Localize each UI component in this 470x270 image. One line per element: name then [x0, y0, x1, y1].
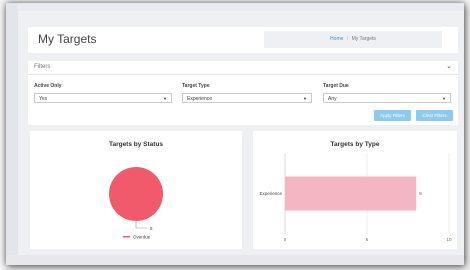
x-tick-label: 0 [284, 237, 287, 242]
clear-filters-button[interactable]: Clear Filters [416, 110, 453, 121]
legend-label-overdue[interactable]: Overdue [133, 235, 151, 240]
pie-slice-overdue[interactable] [109, 167, 163, 221]
type-chart-panel: Targets by Type 0 5 10 Experience 8 [253, 131, 457, 249]
apply-filters-button[interactable]: Apply Filters [374, 110, 411, 121]
filters-panel: Filters ⌄ Active Only Yes ▼ Target Type … [28, 61, 458, 125]
filters-title: Filters [34, 64, 51, 70]
pie-data-label: 8 [150, 226, 153, 231]
page-header: My Targets Home / My Targets [28, 27, 458, 53]
target-due-select[interactable]: Any ▼ [323, 93, 451, 103]
page-title: My Targets [38, 32, 97, 46]
y-category-label: Experience [259, 191, 282, 196]
target-type-label: Target Type [182, 83, 210, 89]
target-type-select[interactable]: Experience ▼ [182, 93, 312, 103]
active-only-select[interactable]: Yes ▼ [34, 93, 172, 103]
active-only-label: Active Only [34, 83, 62, 89]
filters-header[interactable]: Filters ⌄ [28, 61, 458, 75]
select-caret-icon: ▼ [163, 96, 167, 101]
bar-experience[interactable] [285, 176, 417, 211]
pie-label-connector [135, 221, 147, 229]
breadcrumb-separator: / [346, 36, 349, 42]
target-type-value: Experience [187, 96, 213, 102]
status-pie-chart: 8 Overdue [109, 167, 163, 240]
target-due-label: Target Due [323, 83, 349, 89]
select-caret-icon: ▼ [442, 96, 446, 101]
x-tick-label: 10 [446, 237, 452, 242]
bar-data-label: 8 [419, 191, 422, 196]
target-due-value: Any [328, 96, 337, 102]
select-caret-icon: ▼ [303, 96, 307, 101]
window-left-edge [6, 3, 18, 265]
breadcrumb: Home / My Targets [264, 31, 442, 48]
breadcrumb-current: My Targets [351, 36, 376, 42]
window-top-edge [6, 3, 464, 11]
chevron-down-icon[interactable]: ⌄ [446, 62, 452, 70]
legend-swatch-overdue [123, 236, 130, 238]
type-bar-chart: 0 5 10 Experience 8 [259, 153, 452, 242]
breadcrumb-home-link[interactable]: Home [330, 36, 343, 42]
window-bottom-bar [6, 255, 464, 265]
status-chart-panel: Targets by Status 8 Overdue [30, 131, 242, 249]
app-window: My Targets Home / My Targets Filters ⌄ A… [6, 3, 464, 265]
active-only-value: Yes [39, 96, 48, 102]
x-tick-label: 5 [366, 237, 369, 242]
